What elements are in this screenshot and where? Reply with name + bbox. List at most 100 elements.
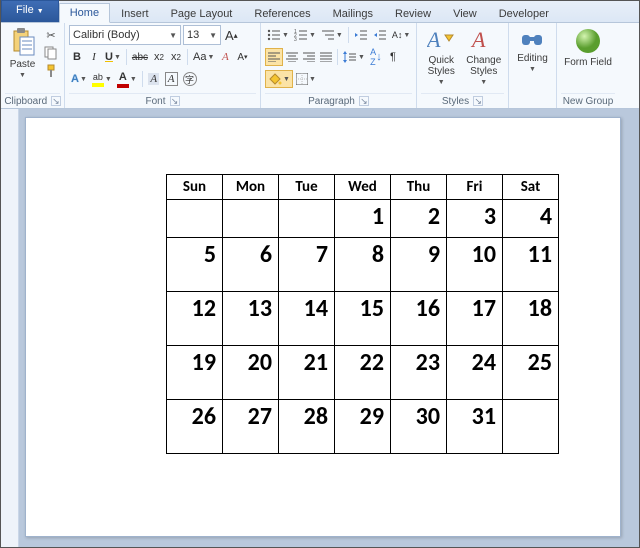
asian-layout-button[interactable]: A↕▼ — [390, 26, 412, 44]
line-spacing-button[interactable]: ▼ — [341, 48, 367, 66]
clipboard-launcher[interactable]: ↘ — [51, 96, 61, 106]
text-effects-button[interactable]: A▼ — [69, 70, 89, 88]
calendar-cell[interactable]: 4 — [503, 200, 559, 238]
calendar-cell[interactable]: 8 — [335, 238, 391, 292]
sort-button[interactable]: AZ↓ — [368, 48, 384, 66]
justify-button[interactable] — [318, 48, 334, 66]
calendar-cell[interactable]: 14 — [279, 292, 335, 346]
borders-button[interactable]: ▼ — [294, 70, 318, 88]
increase-indent-button[interactable] — [371, 26, 389, 44]
paste-button[interactable]: Paste ▼ — [5, 25, 40, 82]
calendar-cell[interactable]: 22 — [335, 346, 391, 400]
borders-icon — [296, 73, 308, 85]
strike-button[interactable]: abc — [130, 48, 150, 66]
font-launcher[interactable]: ↘ — [170, 96, 180, 106]
font-name-combo[interactable]: Calibri (Body)▼ — [69, 25, 181, 45]
calendar-cell[interactable]: 1 — [335, 200, 391, 238]
vertical-ruler[interactable] — [1, 109, 19, 547]
italic-button[interactable]: I — [86, 48, 102, 66]
calendar-cell[interactable] — [223, 200, 279, 238]
tab-mailings[interactable]: Mailings — [322, 4, 384, 23]
bold-button[interactable]: B — [69, 48, 85, 66]
scissors-icon: ✂ — [46, 29, 55, 42]
shading-button[interactable]: ▼ — [265, 70, 293, 88]
calendar-cell[interactable]: 17 — [447, 292, 503, 346]
paragraph-launcher[interactable]: ↘ — [359, 96, 369, 106]
align-center-button[interactable] — [284, 48, 300, 66]
styles-launcher[interactable]: ↘ — [473, 96, 483, 106]
calendar-cell[interactable]: 11 — [503, 238, 559, 292]
calendar-cell[interactable] — [279, 200, 335, 238]
tab-references[interactable]: References — [243, 4, 321, 23]
calendar-cell[interactable]: 28 — [279, 400, 335, 454]
calendar-cell[interactable]: 30 — [391, 400, 447, 454]
calendar-cell[interactable]: 7 — [279, 238, 335, 292]
calendar-cell[interactable]: 5 — [167, 238, 223, 292]
calendar-cell[interactable]: 23 — [391, 346, 447, 400]
calendar-cell[interactable]: 10 — [447, 238, 503, 292]
align-left-button[interactable] — [265, 48, 283, 66]
tab-developer[interactable]: Developer — [488, 4, 560, 23]
calendar-cell[interactable]: 19 — [167, 346, 223, 400]
copy-button[interactable] — [42, 45, 60, 61]
copy-icon — [44, 46, 58, 60]
indent-icon — [373, 29, 387, 41]
group-paragraph-label: Paragraph — [308, 96, 355, 107]
align-right-button[interactable] — [301, 48, 317, 66]
subscript-button[interactable]: x2 — [151, 48, 167, 66]
char-border-button[interactable]: A — [163, 70, 180, 88]
shrink-font-button[interactable]: A▾ — [234, 48, 250, 66]
tab-view[interactable]: View — [442, 4, 488, 23]
calendar-row: 26 27 28 29 30 31 — [167, 400, 559, 454]
change-styles-button[interactable]: A Change Styles▼ — [464, 25, 505, 89]
calendar-cell[interactable]: 21 — [279, 346, 335, 400]
calendar-cell[interactable]: 18 — [503, 292, 559, 346]
grow-font-button[interactable]: A▴ — [223, 26, 240, 44]
calendar-cell[interactable]: 25 — [503, 346, 559, 400]
format-painter-button[interactable] — [42, 63, 60, 79]
show-marks-button[interactable]: ¶ — [385, 48, 401, 66]
calendar-cell[interactable]: 26 — [167, 400, 223, 454]
calendar-cell[interactable]: 24 — [447, 346, 503, 400]
enclose-char-button[interactable]: 字 — [181, 70, 199, 88]
char-shading-button[interactable]: A — [146, 70, 162, 88]
highlight-button[interactable]: ab▼ — [90, 70, 114, 88]
multilevel-list-button[interactable]: ▼ — [319, 26, 345, 44]
calendar-cell[interactable]: 29 — [335, 400, 391, 454]
quick-styles-button[interactable]: A Quick Styles▼ — [421, 25, 462, 89]
calendar-cell[interactable]: 31 — [447, 400, 503, 454]
tab-review[interactable]: Review — [384, 4, 442, 23]
calendar-cell[interactable]: 12 — [167, 292, 223, 346]
tab-home[interactable]: Home — [59, 3, 110, 23]
calendar-cell[interactable]: 27 — [223, 400, 279, 454]
calendar-cell[interactable]: 20 — [223, 346, 279, 400]
tab-page-layout[interactable]: Page Layout — [160, 4, 244, 23]
superscript-button[interactable]: x2 — [168, 48, 184, 66]
calendar-cell[interactable] — [503, 400, 559, 454]
clear-formatting-button[interactable]: A — [217, 48, 233, 66]
change-case-button[interactable]: Aa▼ — [191, 48, 216, 66]
decrease-indent-button[interactable] — [352, 26, 370, 44]
calendar-cell[interactable] — [167, 200, 223, 238]
underline-button[interactable]: U▼ — [103, 48, 123, 66]
calendar-cell[interactable]: 2 — [391, 200, 447, 238]
align-center-icon — [286, 52, 298, 62]
calendar-cell[interactable]: 6 — [223, 238, 279, 292]
numbering-button[interactable]: 123▼ — [292, 26, 318, 44]
bullets-button[interactable]: ▼ — [265, 26, 291, 44]
group-editing: Editing▼ — [509, 23, 557, 108]
calendar-cell[interactable]: 9 — [391, 238, 447, 292]
calendar-cell[interactable]: 3 — [447, 200, 503, 238]
separator — [337, 49, 338, 65]
calendar-cell[interactable]: 13 — [223, 292, 279, 346]
tab-file[interactable]: File ▼ — [1, 0, 59, 22]
font-color-button[interactable]: A▼ — [115, 70, 139, 88]
tab-insert[interactable]: Insert — [110, 4, 160, 23]
calendar-cell[interactable]: 16 — [391, 292, 447, 346]
document-page[interactable]: Sun Mon Tue Wed Thu Fri Sat 1 2 3 4 — [25, 117, 621, 537]
cut-button[interactable]: ✂ — [42, 27, 60, 43]
editing-button[interactable]: Editing▼ — [513, 25, 552, 76]
calendar-cell[interactable]: 15 — [335, 292, 391, 346]
form-field-button[interactable]: Form Field — [561, 25, 615, 70]
font-size-combo[interactable]: 13▼ — [183, 25, 221, 45]
